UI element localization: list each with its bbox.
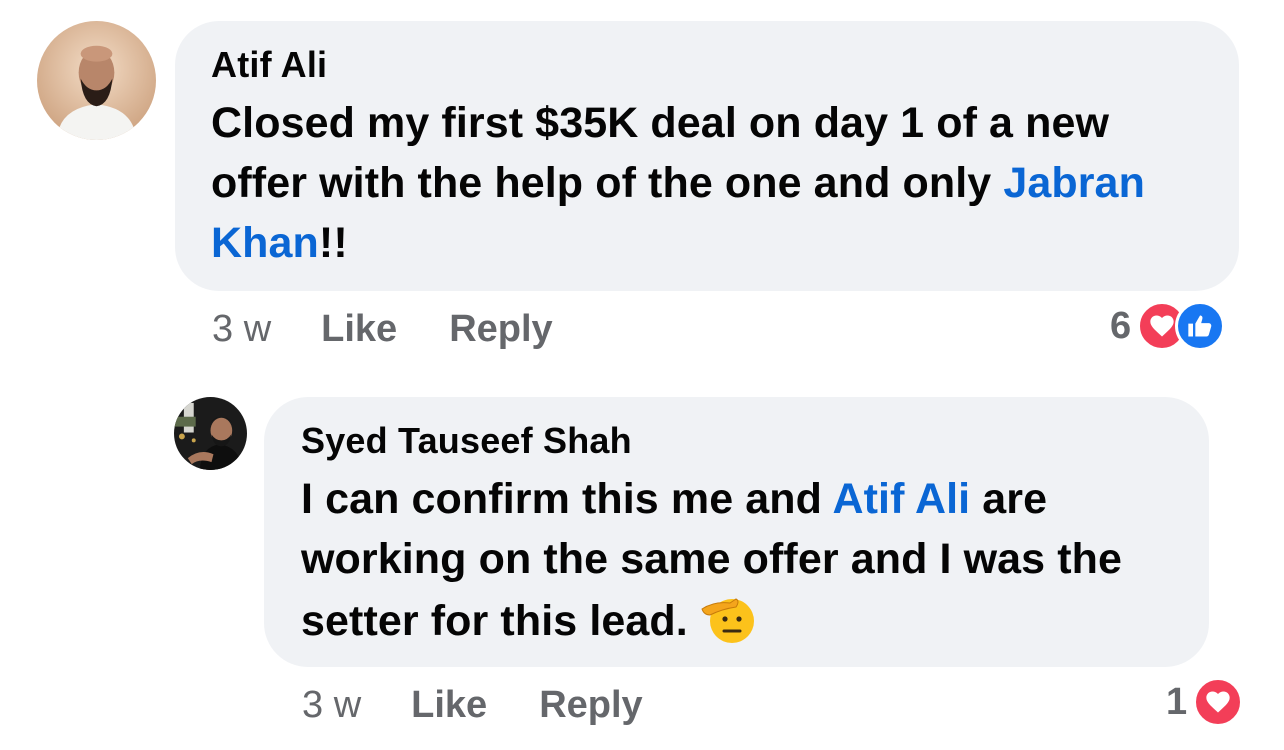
like-button[interactable]: Like: [321, 308, 397, 351]
comment-actions: 3 w Like Reply: [302, 682, 643, 728]
comment-actions: 3 w Like Reply: [212, 306, 553, 352]
comment-text: I can confirm this me and Atif Ali are w…: [301, 469, 1179, 651]
comment-bubble: Syed Tauseef Shah I can confirm this me …: [264, 397, 1209, 667]
saluting-face-emoji: [700, 589, 756, 645]
reaction-count: 1: [1166, 680, 1188, 723]
comment-text-part: Closed my first $35K deal on day 1 of a …: [211, 99, 1110, 207]
reply-button[interactable]: Reply: [539, 684, 642, 727]
reply-button[interactable]: Reply: [449, 308, 552, 351]
comment-timestamp[interactable]: 3 w: [302, 684, 361, 727]
mention-link[interactable]: Atif Ali: [832, 475, 970, 523]
comment-text-part: !!: [318, 219, 348, 267]
comment-text: Closed my first $35K deal on day 1 of a …: [211, 93, 1205, 273]
reaction-summary[interactable]: 1: [1166, 677, 1244, 727]
reaction-summary[interactable]: 6: [1110, 301, 1226, 351]
love-icon: [1193, 677, 1244, 727]
like-icon: [1175, 301, 1226, 351]
comment-bubble: Atif Ali Closed my first $35K deal on da…: [175, 21, 1239, 291]
comment-author[interactable]: Syed Tauseef Shah: [301, 419, 1179, 463]
comment-timestamp[interactable]: 3 w: [212, 308, 271, 351]
comment-author[interactable]: Atif Ali: [211, 43, 1205, 87]
avatar-syed-tauseef-shah[interactable]: [174, 397, 247, 470]
like-button[interactable]: Like: [411, 684, 487, 727]
avatar-atif-ali[interactable]: [37, 21, 156, 140]
comment-text-part: I can confirm this me and: [301, 475, 833, 523]
reaction-count: 6: [1110, 304, 1132, 347]
